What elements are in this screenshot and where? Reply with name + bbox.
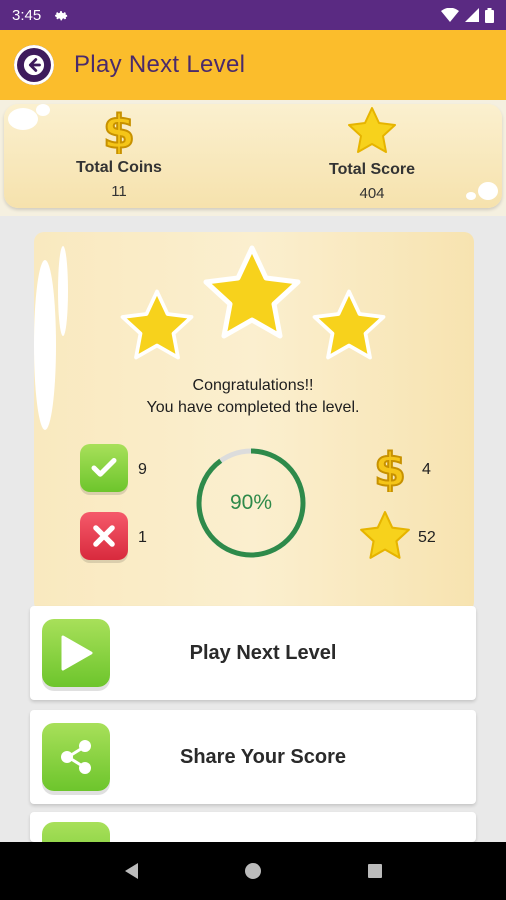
back-button[interactable] (14, 45, 54, 85)
signal-icon (465, 8, 479, 22)
home-nav-icon[interactable] (243, 861, 263, 881)
decor-bubble (466, 192, 476, 200)
partial-action-button[interactable] (30, 812, 476, 842)
decor-bubble (36, 104, 50, 116)
page-title: Play Next Level (74, 51, 246, 78)
correct-badge (80, 444, 128, 492)
total-coins: $ Total Coins 11 (60, 104, 178, 200)
share-score-label: Share Your Score (180, 745, 346, 768)
gear-icon (55, 11, 68, 21)
star-icon (360, 511, 410, 559)
svg-text:$: $ (103, 106, 135, 154)
total-coins-label: Total Coins (76, 159, 162, 176)
total-score-value: 404 (359, 185, 385, 202)
navigation-bar (0, 842, 506, 900)
check-icon (91, 458, 117, 477)
accuracy-percent: 90% (229, 491, 273, 514)
decor-bubble (8, 108, 38, 130)
result-star-right (312, 289, 386, 360)
star-icon (348, 107, 396, 153)
close-icon (93, 525, 115, 547)
total-coins-value: 11 (111, 183, 127, 200)
battery-icon (485, 7, 494, 23)
score-earned: 52 (418, 529, 436, 546)
status-time: 3:45 (12, 6, 42, 24)
totals-panel: $ Total Coins 11 Total Score 404 (0, 100, 506, 216)
play-next-level-label: Play Next Level (189, 641, 337, 664)
app-bar: Play Next Level (0, 30, 506, 100)
coins-earned: 4 (422, 461, 431, 478)
total-score-label: Total Score (329, 161, 415, 178)
share-score-button[interactable]: Share Your Score (30, 710, 476, 804)
dollar-icon: $ (373, 444, 407, 492)
partial-icon-box (42, 822, 110, 842)
result-star-center (203, 245, 301, 339)
congrats-line2: You have completed the level. (146, 399, 360, 416)
total-score: Total Score 404 (312, 106, 432, 202)
congrats-line1: Congratulations!! (192, 377, 314, 394)
dollar-icon: $ (102, 104, 136, 160)
recents-nav-icon[interactable] (366, 862, 384, 880)
arrow-left-icon (23, 54, 45, 76)
status-bar: 3:45 (0, 0, 506, 30)
correct-count: 9 (138, 461, 147, 478)
play-next-level-button[interactable]: Play Next Level (30, 606, 476, 700)
decor-highlight (58, 246, 68, 336)
play-icon-box (42, 619, 110, 687)
decor-bubble (478, 182, 498, 200)
wrong-badge (80, 512, 128, 560)
status-icons (441, 7, 494, 23)
play-icon (61, 635, 93, 671)
result-star-left (120, 289, 194, 360)
wifi-icon (441, 8, 459, 22)
back-nav-icon[interactable] (122, 861, 140, 881)
wrong-count: 1 (138, 529, 147, 546)
svg-text:$: $ (374, 444, 406, 492)
congrats-message: Congratulations!! You have completed the… (0, 375, 506, 419)
share-icon-box (42, 723, 110, 791)
share-icon (61, 740, 91, 774)
